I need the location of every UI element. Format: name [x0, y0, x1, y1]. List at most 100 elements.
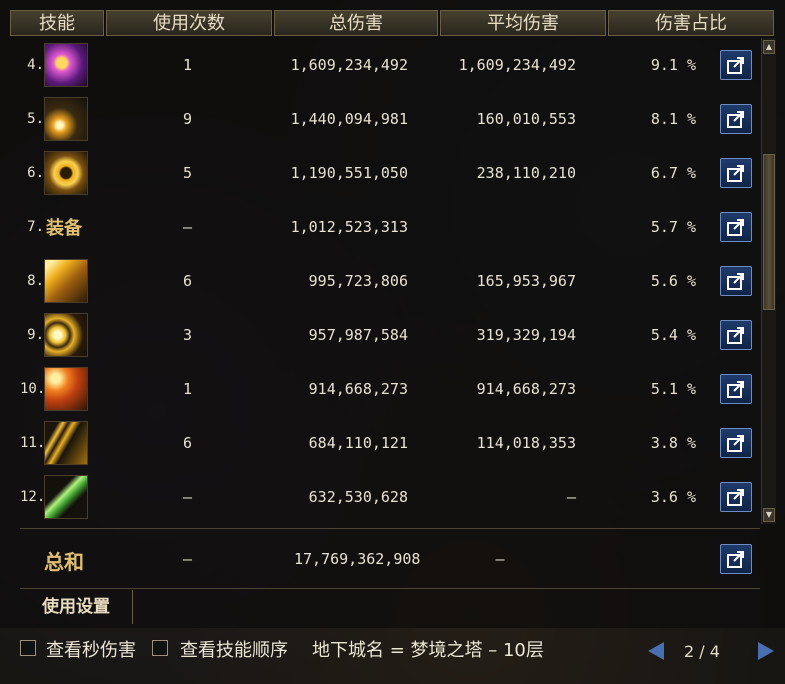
- header-total-damage: 总伤害: [274, 10, 438, 36]
- row-damage-share: 3.6 %: [650, 488, 696, 506]
- row-damage-share: 9.1 %: [650, 56, 696, 74]
- share-icon: [727, 435, 744, 452]
- row-uses: 6: [183, 434, 193, 452]
- row-damage-share: 8.1 %: [650, 110, 696, 128]
- share-button[interactable]: [720, 212, 752, 242]
- total-average: –: [495, 550, 505, 568]
- scroll-down-icon[interactable]: ▼: [763, 508, 775, 522]
- row-rank: 8.: [27, 273, 44, 289]
- fire-rays-skill-icon: [44, 367, 88, 411]
- row-total-damage: 957,987,584: [308, 326, 408, 344]
- scroll-up-icon[interactable]: ▲: [763, 40, 775, 54]
- row-damage-share: 5.1 %: [650, 380, 696, 398]
- damage-stats-panel: 技能 使用次数 总伤害 平均伤害 伤害占比 4. 1 1,609,234,492…: [0, 0, 785, 628]
- share-icon: [727, 551, 744, 568]
- row-uses: 9: [183, 110, 193, 128]
- wave-ring-skill-icon: [44, 313, 88, 357]
- share-icon: [727, 57, 744, 74]
- row-total-damage: 632,530,628: [308, 488, 408, 506]
- total-damage: 17,769,362,908: [294, 550, 421, 568]
- share-icon: [727, 273, 744, 290]
- header-average-damage: 平均伤害: [440, 10, 606, 36]
- sparkle-arc-skill-icon: [44, 97, 88, 141]
- share-button[interactable]: [720, 374, 752, 404]
- use-settings-tab[interactable]: 使用设置: [20, 590, 133, 624]
- row-average-damage: 238,110,210: [476, 164, 576, 182]
- table-row: 11. 6 684,110,121 114,018,353 3.8 %: [0, 416, 760, 470]
- row-average-damage: –: [566, 488, 576, 506]
- lightning-slash-skill-icon: [44, 421, 88, 465]
- row-rank: 12.: [20, 489, 46, 505]
- row-uses: 6: [183, 272, 193, 290]
- prev-page-icon[interactable]: [648, 642, 664, 660]
- row-average-damage: 114,018,353: [476, 434, 576, 452]
- share-button[interactable]: [720, 104, 752, 134]
- table-row: 7. 装备 – 1,012,523,313 5.7 %: [0, 200, 760, 254]
- row-damage-share: 3.8 %: [650, 434, 696, 452]
- spiral-e-skill-icon: [44, 151, 88, 195]
- share-button[interactable]: [720, 482, 752, 512]
- equipment-label: 装备: [46, 218, 82, 239]
- row-total-damage: 1,190,551,050: [290, 164, 408, 182]
- row-rank: 7.: [27, 219, 44, 235]
- row-uses: 3: [183, 326, 193, 344]
- dps-checkbox[interactable]: [20, 640, 36, 656]
- table-row: 8. 6 995,723,806 165,953,967 5.6 %: [0, 254, 760, 308]
- divider: [20, 528, 760, 529]
- row-uses: 1: [183, 56, 193, 74]
- row-damage-share: 6.7 %: [650, 164, 696, 182]
- share-icon: [727, 111, 744, 128]
- row-rank: 6.: [27, 165, 44, 181]
- header-skill: 技能: [10, 10, 104, 36]
- share-button[interactable]: [720, 50, 752, 80]
- share-icon: [727, 165, 744, 182]
- row-average-damage: 319,329,194: [476, 326, 576, 344]
- row-uses: –: [183, 218, 193, 236]
- pager: 2 / 4: [648, 640, 774, 668]
- row-rank: 5.: [27, 111, 44, 127]
- row-damage-share: 5.6 %: [650, 272, 696, 290]
- share-button[interactable]: [720, 266, 752, 296]
- row-total-damage: 1,012,523,313: [290, 218, 408, 236]
- row-uses: –: [183, 488, 193, 506]
- row-damage-share: 5.4 %: [650, 326, 696, 344]
- dungeon-name: 地下城名 = 梦境之塔 – 10层: [312, 640, 544, 661]
- skill-order-checkbox[interactable]: [152, 640, 168, 656]
- row-damage-share: 5.7 %: [650, 218, 696, 236]
- row-total-damage: 684,110,121: [308, 434, 408, 452]
- row-average-damage: 1,609,234,492: [458, 56, 576, 74]
- page-indicator: 2 / 4: [684, 642, 720, 661]
- skill-order-checkbox-label: 查看技能顺序: [180, 640, 288, 661]
- share-button[interactable]: [720, 320, 752, 350]
- dps-checkbox-label: 查看秒伤害: [46, 640, 136, 661]
- scrollbar[interactable]: ▲ ▼: [761, 38, 776, 524]
- share-icon: [727, 327, 744, 344]
- purple-burst-skill-icon: [44, 43, 88, 87]
- table-header: 技能 使用次数 总伤害 平均伤害 伤害占比: [0, 10, 785, 38]
- share-button[interactable]: [720, 544, 752, 574]
- table-row: 12. – 632,530,628 – 3.6 %: [0, 470, 760, 524]
- row-average-damage: [440, 200, 576, 254]
- share-icon: [727, 219, 744, 236]
- row-uses: 5: [183, 164, 193, 182]
- row-average-damage: 160,010,553: [476, 110, 576, 128]
- total-uses: –: [183, 550, 193, 568]
- row-total-damage: 1,609,234,492: [290, 56, 408, 74]
- bottom-bar: 查看秒伤害 查看技能顺序 地下城名 = 梦境之塔 – 10层 2 / 4: [0, 628, 785, 684]
- next-page-icon[interactable]: [758, 642, 774, 660]
- row-rank: 11.: [20, 435, 46, 451]
- scroll-thumb[interactable]: [763, 154, 775, 310]
- row-rank: 4.: [27, 57, 44, 73]
- table-row: 9. 3 957,987,584 319,329,194 5.4 %: [0, 308, 760, 362]
- row-uses: 1: [183, 380, 193, 398]
- table-row: 4. 1 1,609,234,492 1,609,234,492 9.1 %: [0, 38, 760, 92]
- share-button[interactable]: [720, 428, 752, 458]
- row-rank: 9.: [27, 327, 44, 343]
- share-icon: [727, 489, 744, 506]
- green-blade-skill-icon: [44, 475, 88, 519]
- total-label: 总和: [44, 550, 84, 574]
- share-button[interactable]: [720, 158, 752, 188]
- share-icon: [727, 381, 744, 398]
- row-total-damage: 1,440,094,981: [290, 110, 408, 128]
- header-uses: 使用次数: [106, 10, 272, 36]
